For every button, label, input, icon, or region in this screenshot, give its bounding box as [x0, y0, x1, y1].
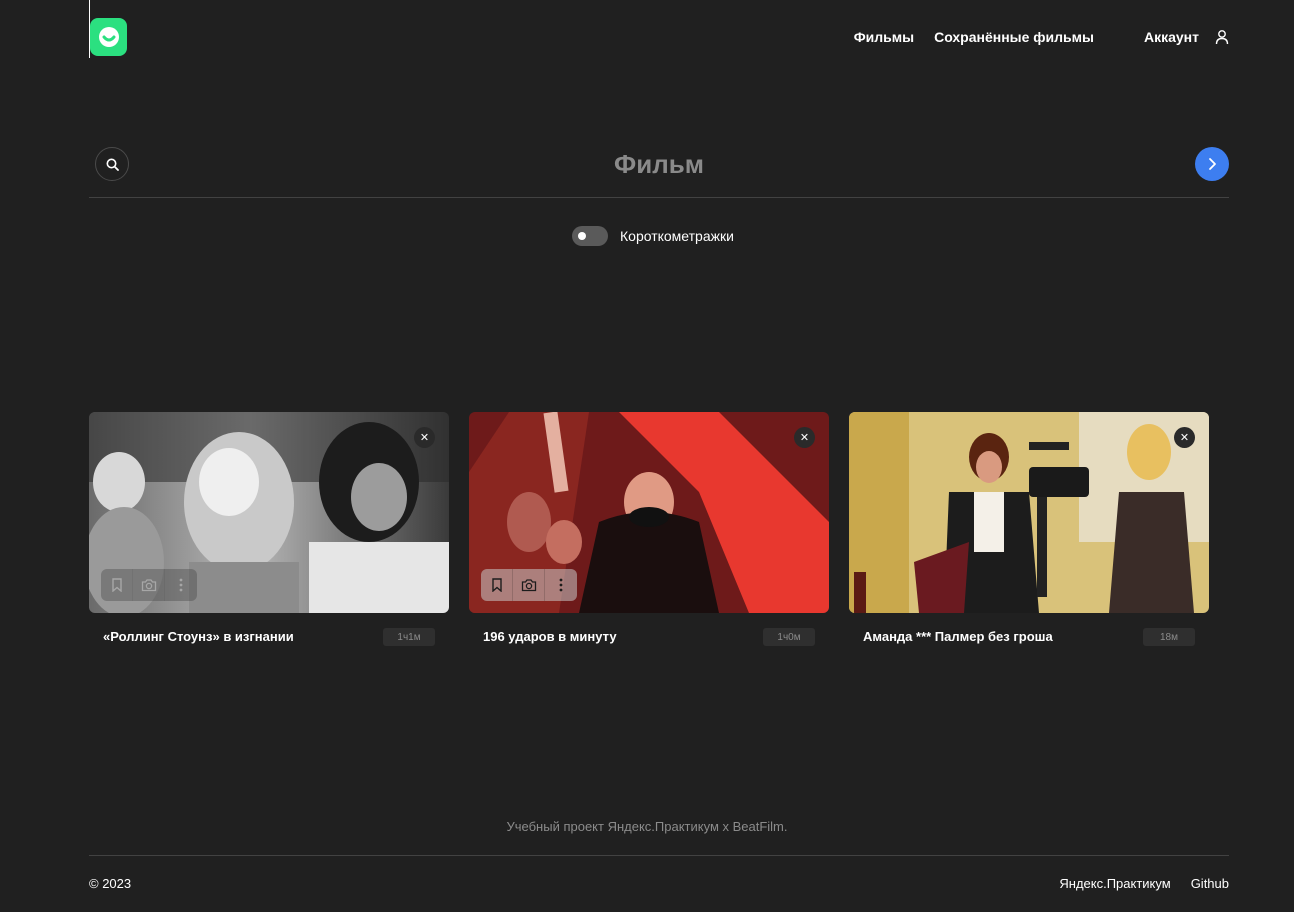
close-icon[interactable]: ✕	[414, 427, 435, 448]
camera-icon[interactable]	[513, 569, 545, 601]
short-films-filter: Короткометражки	[572, 226, 734, 246]
chevron-right-icon	[1209, 158, 1216, 170]
bookmark-icon[interactable]	[481, 569, 513, 601]
search-input[interactable]	[149, 142, 1169, 186]
movie-duration: 1ч0м	[763, 628, 815, 646]
footer-links: Яндекс.Практикум Github	[1059, 876, 1229, 891]
bookmark-icon[interactable]	[101, 569, 133, 601]
movie-thumbnail[interactable]: ✕	[469, 412, 829, 613]
movie-title: 196 ударов в минуту	[483, 629, 617, 644]
movie-duration: 18м	[1143, 628, 1195, 646]
movies-list: ✕ «Роллинг Стоунз» в изгнании 1ч1м ✕ 196…	[89, 412, 1209, 652]
nav-saved-movies-link[interactable]: Сохранённые фильмы	[934, 29, 1094, 45]
nav-movies-link[interactable]: Фильмы	[854, 29, 914, 45]
short-films-toggle[interactable]	[572, 226, 608, 246]
movie-card: ✕ «Роллинг Стоунз» в изгнании 1ч1м	[89, 412, 449, 652]
footer-divider	[89, 855, 1229, 856]
main-nav: Фильмы Сохранённые фильмы Аккаунт	[854, 26, 1229, 48]
nav-account-link[interactable]: Аккаунт	[1144, 29, 1199, 45]
footer-link-yandex-practicum[interactable]: Яндекс.Практикум	[1059, 876, 1170, 891]
movie-card: ✕ Аманда *** Палмер без гроша 18м	[849, 412, 1209, 652]
more-vertical-icon[interactable]	[165, 569, 197, 601]
search-form	[89, 132, 1229, 198]
movie-duration: 1ч1м	[383, 628, 435, 646]
camera-icon[interactable]	[133, 569, 165, 601]
more-vertical-icon[interactable]	[545, 569, 577, 601]
search-icon	[95, 147, 129, 181]
footer-caption: Учебный проект Яндекс.Практикум х BeatFi…	[506, 819, 788, 834]
copyright: © 2023	[89, 876, 132, 891]
toggle-knob	[578, 232, 586, 240]
person-icon[interactable]	[1215, 29, 1229, 45]
movie-thumbnail[interactable]: ✕	[849, 412, 1209, 613]
close-icon[interactable]: ✕	[1174, 427, 1195, 448]
movie-title: Аманда *** Палмер без гроша	[863, 629, 1053, 644]
card-actions	[101, 569, 197, 601]
movie-card: ✕ 196 ударов в минуту 1ч0м	[469, 412, 829, 652]
smile-logo-icon[interactable]	[90, 18, 127, 56]
short-films-label: Короткометражки	[620, 228, 734, 244]
card-actions	[481, 569, 577, 601]
movie-thumbnail[interactable]: ✕	[89, 412, 449, 613]
header: Фильмы Сохранённые фильмы Аккаунт	[89, 0, 1229, 74]
close-icon[interactable]: ✕	[794, 427, 815, 448]
footer-link-github[interactable]: Github	[1191, 876, 1229, 891]
movie-title: «Роллинг Стоунз» в изгнании	[103, 629, 294, 644]
search-submit-button[interactable]	[1195, 147, 1229, 181]
